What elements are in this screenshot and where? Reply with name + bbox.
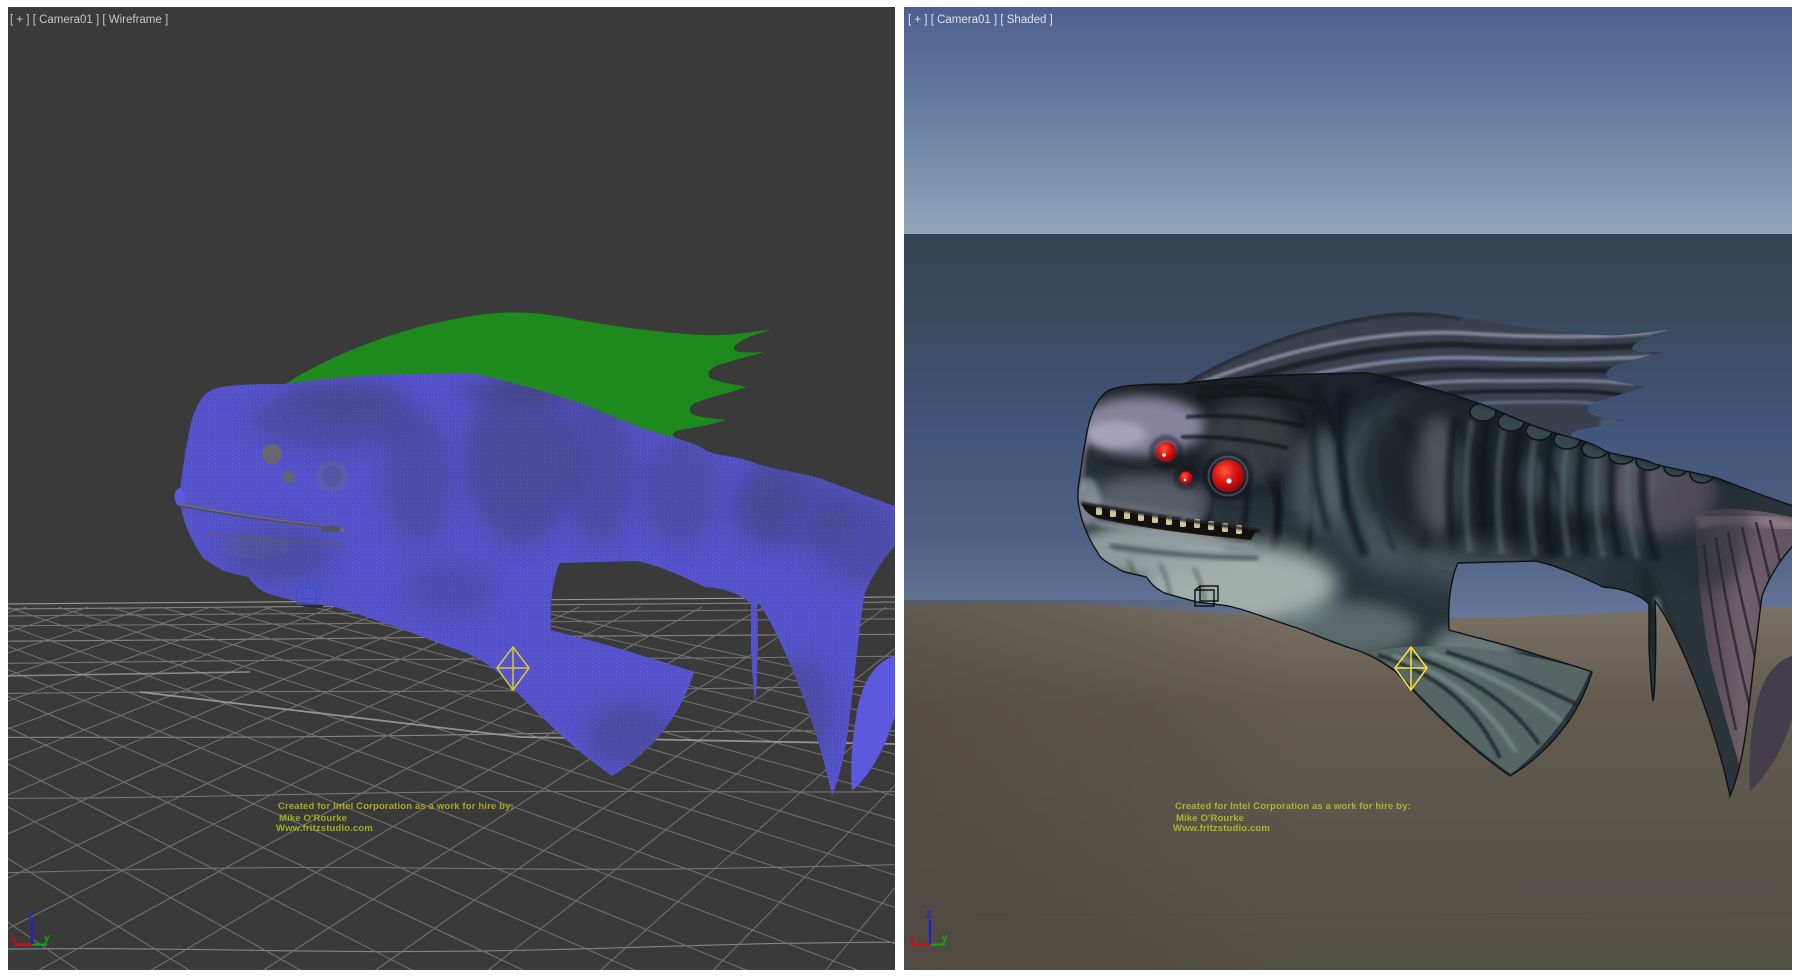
svg-text:Z: Z [926, 910, 932, 921]
svg-text:Z: Z [28, 910, 34, 921]
svg-text:[ + ] [ Camera01 ] [ Shaded ]: [ + ] [ Camera01 ] [ Shaded ] [908, 14, 1053, 26]
svg-text:y: y [942, 933, 948, 944]
svg-text:Www.fritzstudio.com: Www.fritzstudio.com [1173, 823, 1270, 834]
svg-text:Www.fritzstudio.com: Www.fritzstudio.com [276, 823, 373, 834]
svg-text:y: y [44, 933, 50, 944]
svg-text:[ + ] [ Camera01 ] [ Wireframe: [ + ] [ Camera01 ] [ Wireframe ] [10, 14, 168, 26]
svg-text:Created for Intel Corporation: Created for Intel Corporation as a work … [1175, 801, 1411, 812]
svg-text:x: x [909, 934, 915, 945]
svg-text:Created for Intel Corporation: Created for Intel Corporation as a work … [278, 801, 514, 812]
svg-text:x: x [11, 934, 17, 945]
